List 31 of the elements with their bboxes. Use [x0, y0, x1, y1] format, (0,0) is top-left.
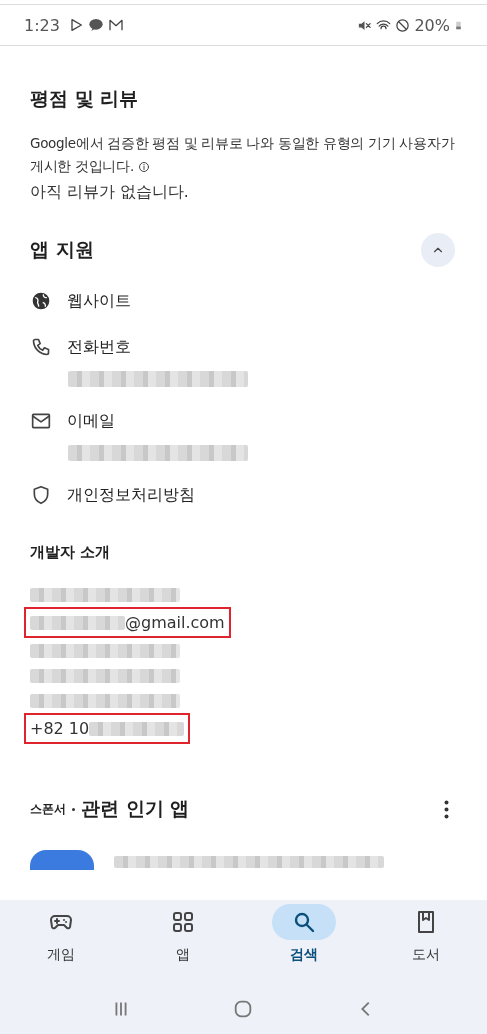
support-link[interactable]: 개인정보처리방침	[67, 484, 195, 506]
status-time: 1:23	[24, 15, 60, 35]
phone-icon	[31, 337, 51, 357]
section-title: 평점 및 리뷰	[30, 86, 140, 111]
empty-message: 아직 리뷰가 없습니다.	[30, 182, 190, 203]
email-text: @gmail.com	[125, 613, 225, 632]
sponsor-label: 스폰서	[30, 800, 66, 818]
separator-dot	[72, 807, 75, 811]
mail-icon	[31, 411, 51, 431]
chat-bubble-icon	[87, 17, 104, 33]
section-title: 앱 지원	[30, 237, 94, 262]
section-title: 관련 인기 앱	[81, 796, 190, 821]
more-icon[interactable]	[444, 799, 449, 819]
globe-icon	[31, 291, 51, 311]
shield-icon	[31, 485, 51, 505]
grid-icon	[170, 910, 195, 934]
nav-tab[interactable]: 도서	[381, 904, 472, 964]
mail-icon	[107, 17, 124, 33]
nav-tab[interactable]: 검색	[259, 904, 350, 964]
support-link[interactable]: 웹사이트	[67, 290, 131, 312]
section-title: 개발자 소개	[30, 543, 112, 562]
info-icon	[137, 161, 150, 173]
phone-number-text: +82 10	[30, 719, 90, 738]
support-link[interactable]: 전화번호	[67, 336, 131, 358]
battery-level: 20%	[414, 15, 450, 35]
search-icon	[292, 910, 317, 934]
block-icon	[395, 17, 411, 33]
nav-tab[interactable]: 게임	[15, 904, 106, 964]
description-text: Google에서 검증한 평점 및 리뷰로 나와 동일한 유형의 기기 사용자가 게시한 것입니다.	[30, 134, 456, 176]
nav-tab[interactable]: 앱	[137, 904, 228, 964]
support-link[interactable]: 이메일	[67, 410, 115, 432]
